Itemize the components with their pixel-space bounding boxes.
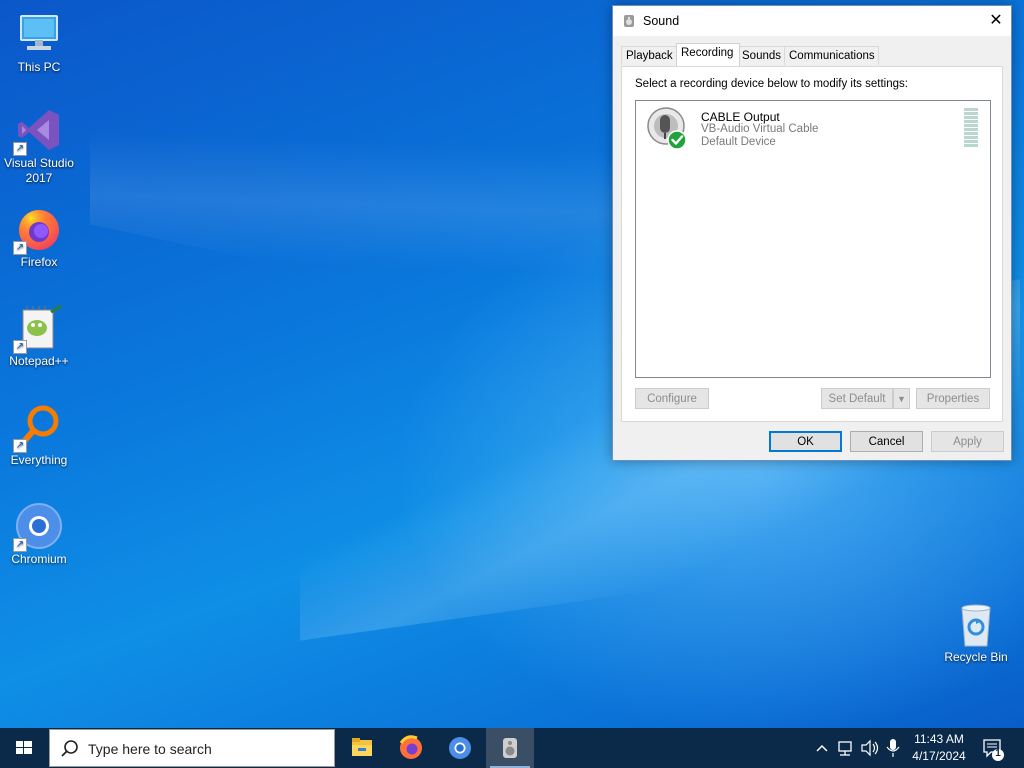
configure-button[interactable]: Configure [635,388,709,409]
chromium-icon: ↗ [13,502,63,552]
taskbar-sound[interactable] [486,728,534,768]
firefox-icon [399,735,422,759]
desktop-icon-this-pc[interactable]: This PC [0,10,78,75]
desktop-icon-everything[interactable]: ↗ Everything [0,403,78,468]
notepad-plus-plus-icon: ↗ [13,304,63,354]
properties-button[interactable]: Properties [916,388,990,409]
device-list-item[interactable]: CABLE Output VB-Audio Virtual Cable Defa… [636,101,988,157]
desktop-icon-label: Notepad++ [9,354,69,368]
volume-tray-button[interactable] [859,728,881,768]
taskbar: Type here to search 11:43 AM 4/17/2024 1 [0,728,1024,768]
set-default-button[interactable]: Set Default [821,388,893,409]
shortcut-arrow-icon: ↗ [13,538,27,552]
taskbar-firefox[interactable] [387,728,435,768]
set-default-dropdown[interactable]: ▼ [893,388,910,409]
level-meter [964,108,978,148]
everything-search-icon: ↗ [13,403,63,453]
device-name: CABLE Output [701,110,780,124]
device-description: VB-Audio Virtual Cable [701,123,819,135]
dialog-title: Sound [643,14,680,28]
desktop-icon-label: Chromium [11,552,67,566]
recycle-bin-icon [952,600,1000,648]
this-pc-icon [15,10,63,58]
desktop-icon-chromium[interactable]: ↗ Chromium [0,502,78,567]
microphone-device-icon [644,106,690,152]
file-explorer-icon [352,738,372,756]
search-icon [60,739,80,759]
search-box[interactable]: Type here to search [49,729,335,767]
microphone-tray-button[interactable] [883,728,903,768]
sound-settings-icon [503,738,517,758]
close-button[interactable]: ✕ [981,6,1011,36]
instruction-text: Select a recording device below to modif… [635,78,908,90]
dialog-titlebar[interactable]: Sound ✕ [613,6,1011,36]
tab-communications[interactable]: Communications [784,46,879,65]
taskbar-chromium[interactable] [436,728,484,768]
desktop-icon-label: Visual Studio 2017 [4,156,74,185]
ok-button[interactable]: OK [769,431,842,452]
desktop-icon-label: Firefox [20,255,58,269]
chevron-up-icon [816,744,828,752]
show-hidden-icons-button[interactable] [812,728,832,768]
action-center-button[interactable]: 1 [979,728,1009,768]
clock-time: 11:43 AM [914,732,964,746]
chromium-icon [449,737,471,759]
search-placeholder: Type here to search [88,741,212,757]
recording-panel: Select a recording device below to modif… [621,66,1003,422]
desktop-icon-visual-studio[interactable]: ↗ Visual Studio 2017 [0,106,78,186]
cancel-button[interactable]: Cancel [850,431,923,452]
apply-button[interactable]: Apply [931,431,1004,452]
desktop-icon-notepad-plus-plus[interactable]: ↗ Notepad++ [0,304,78,369]
microphone-icon [886,739,900,757]
shortcut-arrow-icon: ↗ [13,142,27,156]
desktop-icon-firefox[interactable]: ↗ Firefox [0,205,78,270]
notification-count: 1 [995,748,1001,759]
desktop-icon-label: This PC [17,60,61,74]
volume-icon [861,739,879,757]
windows-logo-icon [16,741,32,754]
tab-sounds[interactable]: Sounds [737,46,785,65]
sound-dialog[interactable]: Sound ✕ Playback Recording Sounds Commun… [612,5,1012,461]
shortcut-arrow-icon: ↗ [13,340,27,354]
close-icon: ✕ [989,12,1003,29]
speaker-icon [623,14,635,28]
device-list[interactable]: CABLE Output VB-Audio Virtual Cable Defa… [635,100,991,378]
device-status: Default Device [701,136,776,148]
firefox-icon: ↗ [13,205,63,255]
network-icon [838,741,852,756]
taskbar-file-explorer[interactable] [338,728,386,768]
desktop-icon-label: Everything [10,453,68,467]
chevron-down-icon: ▼ [897,394,906,404]
recycle-bin-label: Recycle Bin [944,650,1008,664]
tab-recording[interactable]: Recording [676,43,740,66]
desktop-icon-recycle-bin[interactable]: Recycle Bin [940,600,1012,664]
shortcut-arrow-icon: ↗ [13,439,27,453]
clock-date: 4/17/2024 [912,749,966,763]
shortcut-arrow-icon: ↗ [13,241,27,255]
taskbar-clock[interactable]: 11:43 AM 4/17/2024 [903,731,975,765]
network-tray-button[interactable] [835,728,857,768]
tab-playback[interactable]: Playback [621,46,678,65]
visual-studio-icon: ↗ [13,106,63,156]
start-button[interactable] [0,728,48,768]
